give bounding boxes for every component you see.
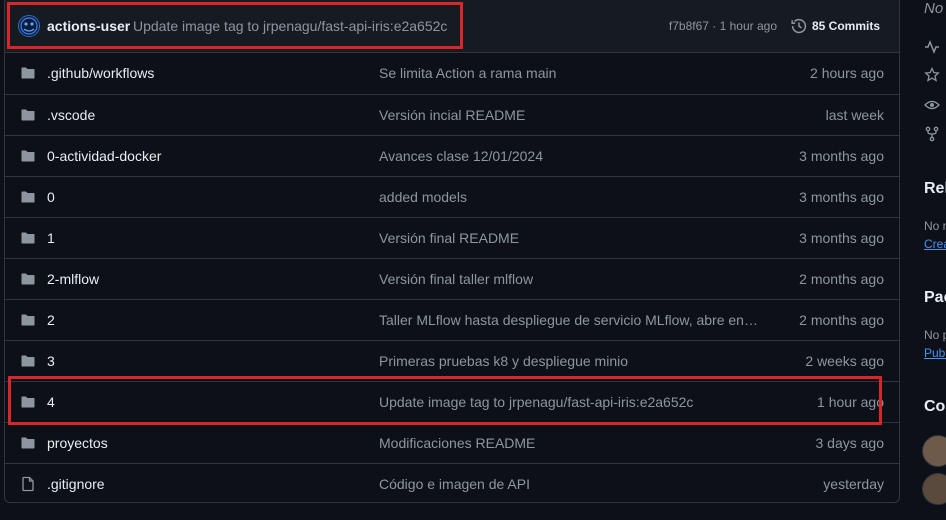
file-row[interactable]: 3 Primeras pruebas k8 y despliegue minio 2… [5, 340, 899, 381]
commits-count: 85 Commits [812, 19, 881, 33]
commit-hash-time[interactable]: f7b8f67 · 1 hour ago [669, 19, 777, 33]
file-commit-message-link[interactable]: Modificaciones README [379, 435, 761, 451]
file-row[interactable]: .gitignore Código e imagen de API yesterda… [5, 463, 899, 502]
activity-icon[interactable] [924, 39, 940, 55]
file-commit-message-link[interactable]: Versión incial README [379, 107, 761, 123]
file-commit-message-link[interactable]: Taller MLflow hasta despliegue de servic… [379, 312, 761, 328]
file-row[interactable]: 4 Update image tag to jrpenagu/fast-api-i… [5, 381, 899, 422]
about-description: No [924, 0, 944, 17]
star-icon[interactable] [924, 67, 940, 83]
file-name-link[interactable]: 2 [47, 312, 55, 328]
file-row[interactable]: 2 Taller MLflow hasta despliegue de servi… [5, 299, 899, 340]
avatar-icon[interactable] [18, 15, 40, 37]
releases-heading[interactable]: Rel [924, 180, 946, 198]
contributor-avatar[interactable] [922, 435, 946, 467]
file-commit-time: 2 months ago [799, 312, 884, 328]
file-browser: actions-user Update image tag to jrpenag… [4, 0, 900, 503]
folder-icon [20, 189, 36, 205]
folder-icon [20, 435, 36, 451]
folder-icon [20, 107, 36, 123]
folder-icon [20, 65, 36, 81]
file-commit-time: yesterday [823, 476, 884, 492]
file-row[interactable]: .vscode Versión incial README last week [5, 94, 899, 135]
file-commit-message-link[interactable]: Avances clase 12/01/2024 [379, 148, 761, 164]
folder-icon [20, 353, 36, 369]
history-icon [791, 18, 807, 34]
eye-icon[interactable] [924, 97, 940, 113]
latest-commit-bar: actions-user Update image tag to jrpenag… [5, 0, 899, 53]
file-commit-time: 3 days ago [815, 435, 885, 451]
fork-icon[interactable] [924, 126, 940, 142]
file-commit-message-link[interactable]: Update image tag to jrpenagu/fast-api-ir… [379, 394, 761, 410]
file-commit-time: 3 months ago [799, 148, 884, 164]
file-row[interactable]: 0 added models 3 months ago [5, 176, 899, 217]
file-name-link[interactable]: 3 [47, 353, 55, 369]
file-commit-message-link[interactable]: Versión final README [379, 230, 761, 246]
file-icon [20, 476, 36, 492]
file-commit-time: 2 months ago [799, 271, 884, 287]
contributors-heading[interactable]: Co [924, 398, 945, 416]
file-commit-time: 2 weeks ago [805, 353, 884, 369]
file-commit-message-link[interactable]: Versión final taller mlflow [379, 271, 761, 287]
folder-icon [20, 271, 36, 287]
contributor-avatar[interactable] [922, 473, 946, 505]
file-row[interactable]: 1 Versión final README 3 months ago [5, 217, 899, 258]
folder-icon [20, 312, 36, 328]
file-commit-time: 3 months ago [799, 189, 884, 205]
create-release-link[interactable]: Crea [924, 237, 946, 251]
folder-icon [20, 230, 36, 246]
file-commit-message-link[interactable]: Código e imagen de API [379, 476, 761, 492]
file-name-link[interactable]: 1 [47, 230, 55, 246]
commit-author-link[interactable]: actions-user [47, 18, 130, 34]
folder-icon [20, 394, 36, 410]
file-name-link[interactable]: proyectos [47, 435, 108, 451]
file-commit-time: 2 hours ago [810, 65, 884, 81]
file-commit-time: 3 months ago [799, 230, 884, 246]
file-commit-message-link[interactable]: added models [379, 189, 761, 205]
file-row[interactable]: 0-actividad-docker Avances clase 12/01/20… [5, 135, 899, 176]
commits-history-link[interactable]: 85 Commits [791, 16, 880, 36]
right-sidebar: No Rel No r Crea Pac No p Publ Co [900, 0, 946, 520]
file-name-link[interactable]: .github/workflows [47, 65, 154, 81]
publish-package-link[interactable]: Publ [924, 346, 946, 360]
packages-empty-text: No p [924, 328, 946, 342]
file-row[interactable]: .github/workflows Se limita Action a rama… [5, 53, 899, 94]
file-row[interactable]: 2-mlflow Versión final taller mlflow 2 mon… [5, 258, 899, 299]
file-commit-message-link[interactable]: Se limita Action a rama main [379, 65, 761, 81]
file-commit-message-link[interactable]: Primeras pruebas k8 y despliegue minio [379, 353, 761, 369]
file-list: .github/workflows Se limita Action a rama… [5, 53, 899, 502]
file-name-link[interactable]: 4 [47, 394, 55, 410]
file-name-link[interactable]: 0-actividad-docker [47, 148, 161, 164]
file-commit-time: last week [825, 107, 884, 123]
file-row[interactable]: proyectos Modificaciones README 3 days ago [5, 422, 899, 463]
folder-icon [20, 148, 36, 164]
packages-heading[interactable]: Pac [924, 289, 946, 307]
releases-empty-text: No r [924, 219, 946, 233]
file-name-link[interactable]: 0 [47, 189, 55, 205]
commit-message-link[interactable]: Update image tag to jrpenagu/fast-api-ir… [133, 18, 447, 34]
file-name-link[interactable]: .vscode [47, 107, 95, 123]
file-name-link[interactable]: 2-mlflow [47, 271, 99, 287]
file-commit-time: 1 hour ago [817, 394, 884, 410]
file-name-link[interactable]: .gitignore [47, 476, 105, 492]
